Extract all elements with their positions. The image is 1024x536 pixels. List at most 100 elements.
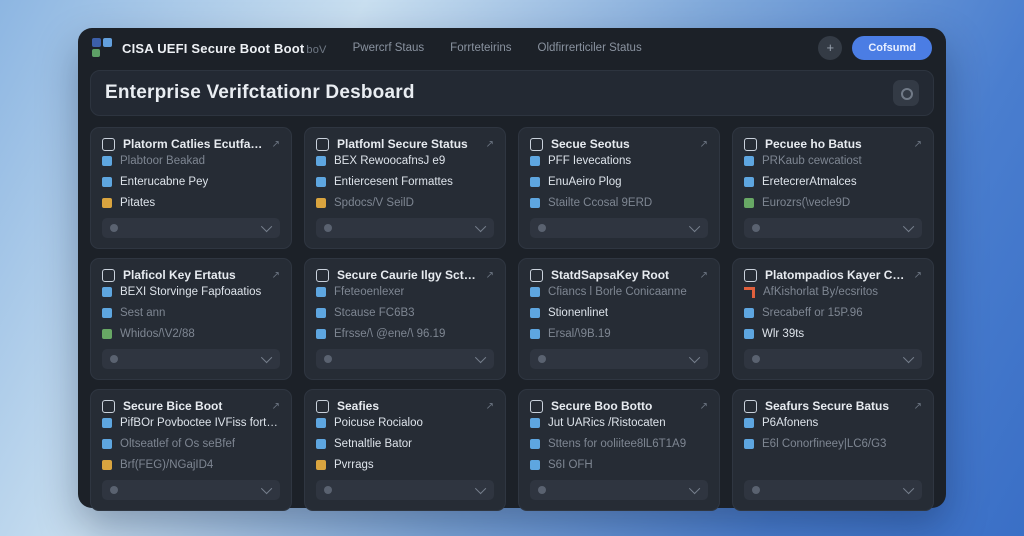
expand-arrow-icon[interactable]: ↗ xyxy=(272,270,280,281)
checkbox-icon[interactable] xyxy=(744,268,757,282)
card-platform-key-status: Plaficol Key Ertatus ↗ BEXI Storvinge Fa… xyxy=(90,258,292,380)
expand-arrow-icon[interactable]: ↗ xyxy=(700,139,708,150)
status-label: Efrsse/\ @ene/\ 96.19 xyxy=(334,328,446,340)
status-label: Jut UARics /Ristocaten xyxy=(548,417,666,429)
checkbox-icon[interactable] xyxy=(744,399,757,413)
checkbox-icon[interactable] xyxy=(102,137,115,151)
status-bullet-icon xyxy=(530,439,540,449)
status-bullet-icon xyxy=(316,439,326,449)
status-bullet-icon xyxy=(102,198,112,208)
card-title: Plaficol Key Ertatus xyxy=(123,268,236,282)
status-item: Setnaltlie Bator xyxy=(316,438,494,450)
checkbox-icon[interactable] xyxy=(530,399,543,413)
expand-arrow-icon[interactable]: ↗ xyxy=(700,270,708,281)
chevron-down-icon xyxy=(260,220,273,233)
status-item: Ersal/\9B.19 xyxy=(530,328,708,340)
status-label: Oltseatlef of Os seBfef xyxy=(120,438,236,450)
nav-item-formations[interactable]: Forrteteirins xyxy=(450,42,511,54)
card-secure-boo-botto: Secure Boo Botto ↗ Jut UARics /Ristocate… xyxy=(518,389,720,511)
card-header: Pecuee ho Batus ↗ xyxy=(744,137,922,151)
checkbox-icon[interactable] xyxy=(530,268,543,282)
expand-arrow-icon[interactable]: ↗ xyxy=(914,139,922,150)
card-platform-key-certificates: Platompadios Kayer Corsligattes ↗ AfKish… xyxy=(732,258,934,380)
top-header: CISA UEFI Secure Boot Boot boV Pwercrf St… xyxy=(78,28,946,68)
status-item: Eurozrs(\vecle9D xyxy=(744,197,922,209)
expand-arrow-icon[interactable]: ↗ xyxy=(486,270,494,281)
card-platform-catlies-status: Platorm Catlies Ecutfatus ↗ Plabtoor Bea… xyxy=(90,127,292,249)
status-item: Stionenlinet xyxy=(530,307,708,319)
select-dot-icon xyxy=(110,486,118,494)
brand-suffix: boV xyxy=(306,43,327,56)
expand-arrow-icon[interactable]: ↗ xyxy=(914,270,922,281)
checkbox-icon[interactable] xyxy=(316,268,329,282)
card-dropdown[interactable] xyxy=(102,480,280,500)
status-label: Brf(FEG)/NGajID4 xyxy=(120,459,214,471)
card-title: Seafies xyxy=(337,399,380,413)
card-secure-io-status: Pecuee ho Batus ↗ PRKaub cewcatiost Eret… xyxy=(732,127,934,249)
card-dropdown[interactable] xyxy=(530,480,708,500)
card-dropdown[interactable] xyxy=(744,349,922,369)
primary-action-button[interactable]: Cofsumd xyxy=(852,36,932,60)
expand-arrow-icon[interactable]: ↗ xyxy=(700,401,708,412)
status-item: Jut UARics /Ristocaten xyxy=(530,417,708,429)
brand-title: CISA UEFI Secure Boot Boot boV xyxy=(122,40,327,56)
status-item: Ffeteoenlexer xyxy=(316,286,494,298)
expand-arrow-icon[interactable]: ↗ xyxy=(914,401,922,412)
status-bullet-icon xyxy=(316,460,326,470)
card-header: StatdSapsaKey Root ↗ xyxy=(530,268,708,282)
add-button[interactable]: + xyxy=(818,36,843,60)
status-item: Spdocs/V SeilD xyxy=(316,197,494,209)
select-dot-icon xyxy=(324,224,332,232)
status-list: PFF Ievecations EnuAeiro Plog Stailte Cc… xyxy=(530,155,708,210)
select-dot-icon xyxy=(538,486,546,494)
card-dropdown[interactable] xyxy=(530,218,708,238)
expand-arrow-icon[interactable]: ↗ xyxy=(486,401,494,412)
card-dropdown[interactable] xyxy=(530,349,708,369)
status-bullet-icon xyxy=(102,329,112,339)
checkbox-icon[interactable] xyxy=(530,137,543,151)
card-dropdown[interactable] xyxy=(102,349,280,369)
status-item: AfKishorlat By/ecsritos xyxy=(744,286,922,298)
card-dropdown[interactable] xyxy=(102,218,280,238)
settings-button[interactable] xyxy=(893,80,919,106)
select-dot-icon xyxy=(538,224,546,232)
status-item: Sttens for ooliitee8lL6T1A9 xyxy=(530,438,708,450)
checkbox-icon[interactable] xyxy=(316,137,329,151)
card-dropdown[interactable] xyxy=(316,349,494,369)
card-title: Platorm Catlies Ecutfatus xyxy=(123,137,264,151)
card-dropdown[interactable] xyxy=(316,480,494,500)
status-bullet-icon xyxy=(316,308,326,318)
chevron-down-icon xyxy=(688,220,701,233)
status-bullet-icon xyxy=(316,177,326,187)
status-label: Sest ann xyxy=(120,307,166,319)
checkbox-icon[interactable] xyxy=(744,137,757,151)
status-list: AfKishorlat By/ecsritos Srecabeff or 15P… xyxy=(744,286,922,341)
card-header: Platompadios Kayer Corsligattes ↗ xyxy=(744,268,922,282)
checkbox-icon[interactable] xyxy=(102,268,115,282)
select-dot-icon xyxy=(324,355,332,363)
plus-icon: + xyxy=(826,40,835,55)
expand-arrow-icon[interactable]: ↗ xyxy=(272,401,280,412)
card-dropdown[interactable] xyxy=(744,218,922,238)
nav-item-overall-status[interactable]: Pwercrf Staus xyxy=(353,42,425,54)
status-item: Brf(FEG)/NGajID4 xyxy=(102,459,280,471)
app-window: CISA UEFI Secure Boot Boot boV Pwercrf St… xyxy=(78,28,946,511)
status-item: Poicuse Rocialoo xyxy=(316,417,494,429)
card-header: Secure Caurie Ilgy Sctjeßions ↗ xyxy=(316,268,494,282)
chevron-down-icon xyxy=(902,351,915,364)
checkbox-icon[interactable] xyxy=(316,399,329,413)
card-header: Seafurs Secure Batus ↗ xyxy=(744,399,922,413)
status-label: Poicuse Rocialoo xyxy=(334,417,423,429)
expand-arrow-icon[interactable]: ↗ xyxy=(486,139,494,150)
status-label: Pvrrags xyxy=(334,459,374,471)
card-dropdown[interactable] xyxy=(316,218,494,238)
status-item: PFF Ievecations xyxy=(530,155,708,167)
card-header: Platfoml Secure Status ↗ xyxy=(316,137,494,151)
status-bullet-icon xyxy=(744,198,754,208)
checkbox-icon[interactable] xyxy=(102,399,115,413)
card-dropdown[interactable] xyxy=(744,480,922,500)
status-item: Wlr 39ts xyxy=(744,328,922,340)
chevron-down-icon xyxy=(474,482,487,495)
nav-item-controller-status[interactable]: Oldfirrerticiler Status xyxy=(538,42,642,54)
expand-arrow-icon[interactable]: ↗ xyxy=(272,139,280,150)
